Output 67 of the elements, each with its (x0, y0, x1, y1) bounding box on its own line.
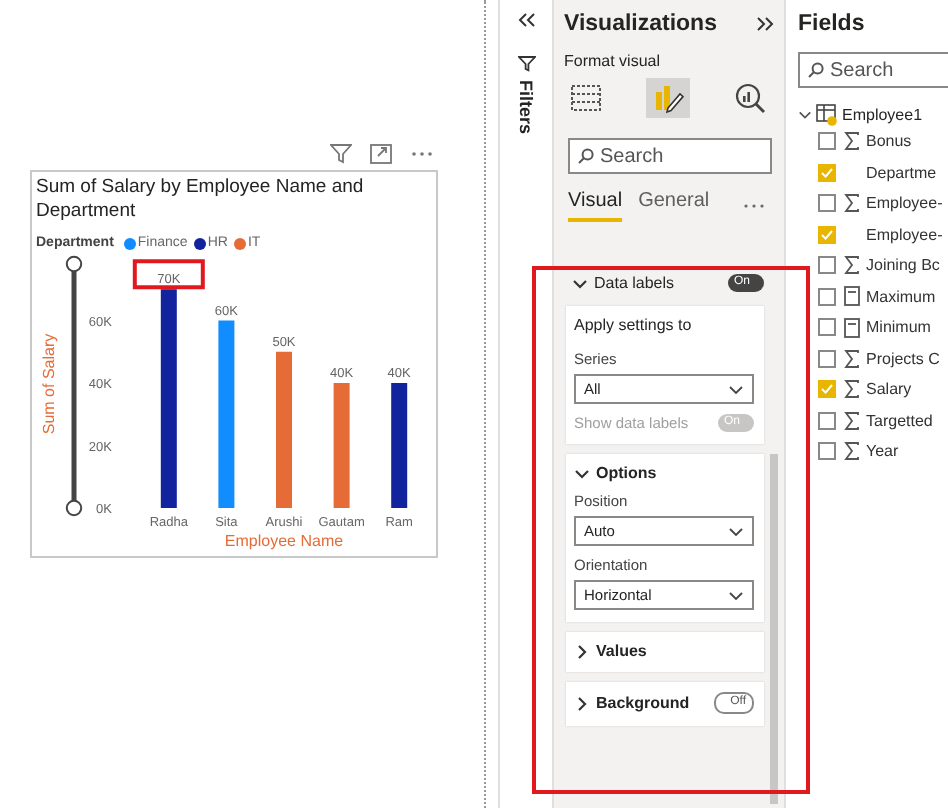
card-title[interactable]: Options (596, 464, 754, 482)
section-title[interactable]: Data labels (594, 274, 722, 292)
search-field[interactable]: Search (568, 138, 772, 174)
zoom-slider[interactable] (65, 255, 83, 517)
checkbox[interactable] (818, 287, 836, 306)
search-input[interactable]: Search (830, 56, 942, 84)
y-axis-title: Sum of Salary (40, 333, 58, 435)
more-options-icon[interactable] (741, 202, 766, 210)
field-name[interactable]: Joining Bc (866, 256, 940, 275)
pane-title: Visualizations (564, 12, 717, 36)
field-name[interactable]: Salary (866, 380, 912, 399)
sigma-icon (843, 256, 859, 275)
checkbox[interactable] (818, 256, 836, 275)
expand-icon[interactable] (756, 16, 776, 32)
field-name[interactable]: Employee- (866, 225, 943, 244)
field-name[interactable]: Maximum (866, 287, 936, 306)
checkbox[interactable] (818, 349, 836, 368)
search-icon (578, 148, 594, 164)
checkbox[interactable] (818, 380, 836, 399)
chart-title: Sum of Salary by Employee Name and Department (36, 176, 366, 224)
field-name[interactable]: Minimum (866, 318, 931, 337)
filter-icon (517, 56, 535, 72)
chevron-icon (728, 525, 744, 537)
checkbox[interactable] (818, 318, 836, 337)
chevron-icon (728, 589, 744, 601)
bar (391, 383, 408, 508)
pane-title: Fields (798, 12, 867, 36)
checkbox[interactable] (818, 132, 836, 151)
scrollbar-thumb[interactable] (770, 454, 778, 804)
search-input[interactable]: Search (600, 142, 762, 170)
card-title[interactable]: Background (596, 694, 709, 712)
search-icon (808, 62, 824, 78)
chevron-icon[interactable] (798, 108, 812, 122)
field-name[interactable]: Departme (866, 163, 937, 182)
checkbox[interactable] (818, 411, 836, 430)
x-axis-title: Employee Name (224, 532, 344, 550)
field-name[interactable]: Projects C (866, 349, 940, 368)
search-field[interactable]: Search (798, 52, 948, 88)
chevron-icon[interactable] (574, 643, 590, 659)
chevron-icon (728, 383, 744, 395)
bar (333, 383, 350, 508)
calculator-icon (843, 286, 859, 307)
table-name[interactable]: Employee1 (842, 106, 923, 124)
checkbox[interactable] (818, 194, 836, 213)
chevron-icon[interactable] (574, 465, 590, 481)
chevron-icon[interactable] (574, 695, 590, 711)
tab[interactable]: Visual (568, 190, 623, 222)
sigma-icon (843, 194, 859, 213)
calculator-icon (843, 317, 859, 338)
collapse-icon[interactable] (516, 12, 536, 28)
checkbox[interactable] (818, 225, 836, 244)
checkbox[interactable] (818, 442, 836, 461)
filter-icon[interactable] (330, 144, 352, 164)
tab[interactable]: General (638, 190, 710, 222)
chevron-icon[interactable] (572, 275, 588, 291)
filters-pane-tab[interactable]: Filters (516, 80, 536, 135)
focus-mode-icon[interactable] (370, 144, 392, 164)
field-name[interactable]: Bonus (866, 132, 912, 151)
table-icon (816, 104, 838, 126)
checkbox[interactable] (818, 163, 836, 182)
field-name[interactable]: Targetted (866, 411, 933, 430)
pane-subtitle: Format visual (564, 52, 663, 70)
field-name[interactable]: Year (866, 442, 899, 461)
sigma-icon (843, 132, 859, 151)
card-title[interactable]: Apply settings to (574, 316, 754, 334)
field-name[interactable]: Employee- (866, 194, 943, 213)
format-visual-button[interactable] (646, 78, 690, 118)
